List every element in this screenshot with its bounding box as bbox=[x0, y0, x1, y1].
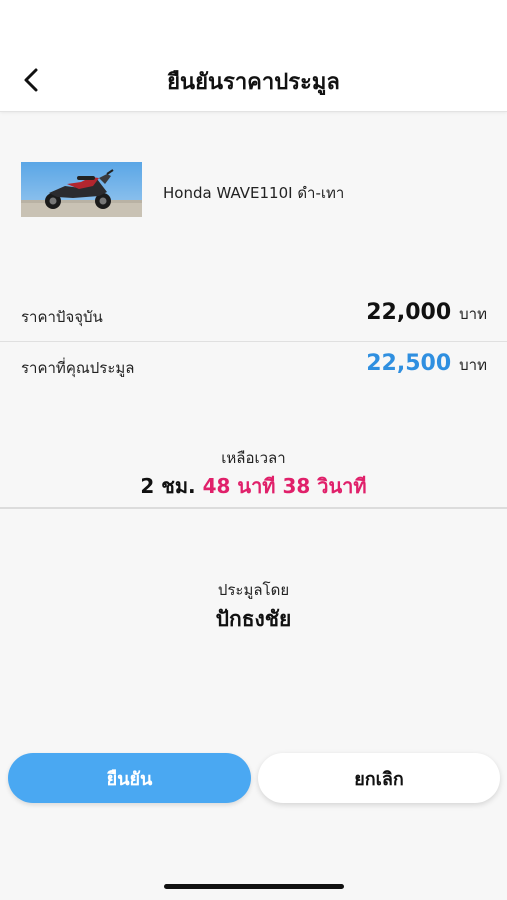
confirm-button[interactable]: ยืนยัน bbox=[8, 753, 251, 803]
countdown-timer: 2 ชม. 48 นาที 38 วินาที bbox=[0, 470, 507, 502]
product-image bbox=[21, 162, 142, 217]
bid-price-group: 22,500 บาท bbox=[366, 351, 487, 377]
countdown-seconds: 38 วินาที bbox=[282, 474, 367, 498]
bid-price-label: ราคาที่คุณประมูล bbox=[21, 359, 135, 377]
current-price-unit: บาท bbox=[459, 305, 487, 323]
bid-price-value: 22,500 bbox=[366, 351, 452, 376]
current-price-value: 22,000 bbox=[366, 300, 452, 325]
price-divider bbox=[0, 341, 507, 342]
cancel-button[interactable]: ยกเลิก bbox=[258, 753, 500, 803]
motorcycle-photo bbox=[21, 162, 142, 217]
home-indicator bbox=[164, 884, 344, 889]
product-summary: Honda WAVE110I ดำ-เทา bbox=[21, 162, 491, 218]
header-bar: ยืนยันราคาประมูล bbox=[0, 0, 507, 112]
bid-price-row: ราคาที่คุณประมูล 22,500 บาท bbox=[21, 351, 487, 381]
time-remaining-label: เหลือเวลา bbox=[221, 449, 286, 467]
confirm-bid-screen: ยืนยันราคาประมูล Honda WAVE110I ดำ-เทา ร… bbox=[0, 0, 507, 900]
bid-price-unit: บาท bbox=[459, 356, 487, 374]
current-price-row: ราคาปัจจุบัน 22,000 บาท bbox=[21, 300, 487, 330]
current-price-label: ราคาปัจจุบัน bbox=[21, 308, 103, 326]
bidder-name: ปักธงชัย bbox=[215, 607, 292, 631]
countdown-minutes: 48 นาที bbox=[202, 474, 276, 498]
current-price-group: 22,000 บาท bbox=[366, 300, 487, 326]
bidder-label: ประมูลโดย bbox=[217, 581, 290, 599]
page-title: ยืนยันราคาประมูล bbox=[167, 70, 340, 95]
countdown-hours: 2 ชม. bbox=[140, 474, 196, 498]
section-divider bbox=[0, 507, 507, 509]
product-name: Honda WAVE110I ดำ-เทา bbox=[163, 184, 345, 202]
